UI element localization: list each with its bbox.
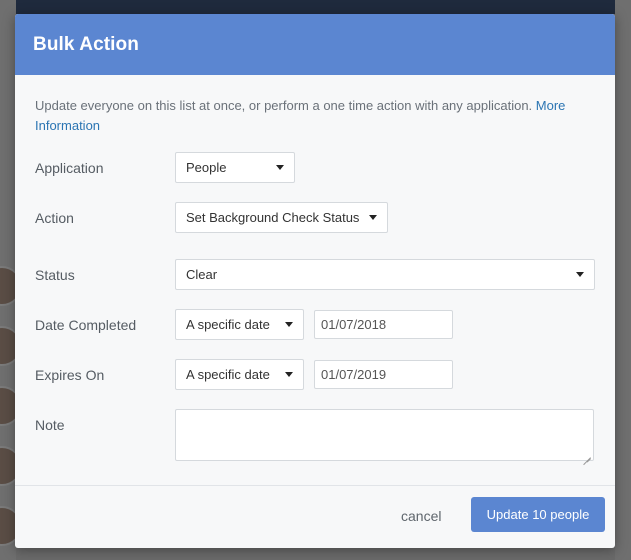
chevron-down-icon	[576, 272, 584, 277]
expires-on-mode-select[interactable]: A specific date	[175, 359, 304, 390]
date-completed-mode-value: A specific date	[186, 317, 270, 332]
update-people-button[interactable]: Update 10 people	[471, 497, 605, 532]
bulk-action-modal: Bulk Action Update everyone on this list…	[15, 14, 615, 548]
note-label: Note	[35, 417, 65, 433]
modal-header: Bulk Action	[15, 14, 615, 75]
expires-on-input[interactable]: 01/07/2019	[314, 360, 453, 389]
expires-on-label: Expires On	[35, 367, 105, 383]
background-topbar	[0, 0, 631, 14]
chevron-down-icon	[276, 165, 284, 170]
resize-grip-icon[interactable]	[583, 450, 591, 458]
action-label: Action	[35, 210, 74, 226]
modal-title: Bulk Action	[33, 33, 139, 55]
note-textarea[interactable]	[175, 409, 594, 461]
application-select[interactable]: People	[175, 152, 295, 183]
status-value: Clear	[186, 267, 218, 282]
modal-footer: cancel Update 10 people	[15, 486, 615, 548]
chevron-down-icon	[369, 215, 377, 220]
status-select[interactable]: Clear	[175, 259, 595, 290]
date-completed-value: 01/07/2018	[321, 317, 387, 332]
chevron-down-icon	[285, 322, 293, 327]
chevron-down-icon	[285, 372, 293, 377]
update-people-label: Update 10 people	[486, 507, 590, 522]
modal-body: Update everyone on this list at once, or…	[15, 75, 615, 486]
action-value: Set Background Check Status	[186, 210, 360, 225]
expires-on-value: 01/07/2019	[321, 367, 387, 382]
cancel-button[interactable]: cancel	[401, 508, 441, 524]
action-select[interactable]: Set Background Check Status	[175, 202, 388, 233]
intro-text: Update everyone on this list at once, or…	[35, 96, 585, 136]
date-completed-input[interactable]: 01/07/2018	[314, 310, 453, 339]
date-completed-mode-select[interactable]: A specific date	[175, 309, 304, 340]
background-right-edge	[615, 0, 631, 560]
application-label: Application	[35, 160, 104, 176]
application-value: People	[186, 160, 227, 175]
status-label: Status	[35, 267, 75, 283]
intro-description: Update everyone on this list at once, or…	[35, 98, 533, 113]
date-completed-label: Date Completed	[35, 317, 137, 333]
expires-on-mode-value: A specific date	[186, 367, 270, 382]
